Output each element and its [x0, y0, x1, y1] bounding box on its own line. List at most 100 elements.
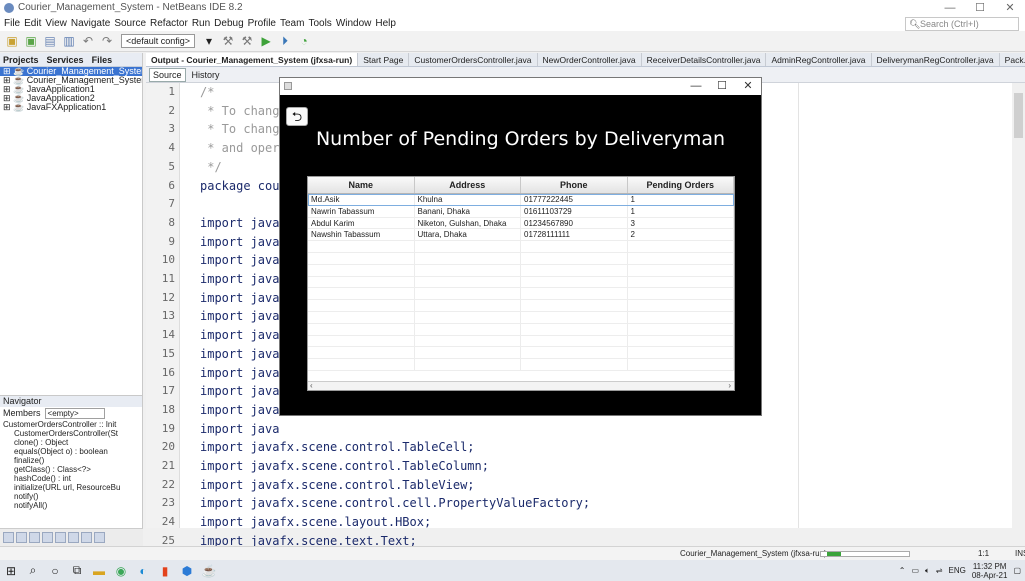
table-row[interactable]	[308, 252, 734, 265]
tool-icon[interactable]	[55, 532, 66, 543]
search-icon[interactable]: ⌕	[22, 560, 44, 581]
navigator-item[interactable]: hashCode() : int	[0, 474, 142, 483]
tool-icon[interactable]	[94, 532, 105, 543]
tab-deliveryman-reg-controller[interactable]: DeliverymanRegController.java	[872, 53, 1000, 66]
open-project-icon[interactable]: ▤	[42, 33, 58, 49]
table-row[interactable]	[308, 311, 734, 324]
tab-admin-reg-controller[interactable]: AdminRegController.java	[766, 53, 872, 66]
menu-tools[interactable]: Tools	[308, 16, 331, 31]
navigator-item[interactable]: CustomerOrdersController(St	[0, 429, 142, 438]
notification-icon[interactable]: ▢	[1013, 566, 1021, 575]
scroll-left-icon[interactable]: ‹	[310, 381, 313, 390]
file-explorer-icon[interactable]: ▬	[88, 560, 110, 581]
tool-icon[interactable]	[81, 532, 92, 543]
column-header-pending-orders[interactable]: Pending Orders	[628, 177, 734, 193]
tab-files[interactable]: Files	[92, 53, 113, 66]
run-icon[interactable]: ▶	[258, 33, 274, 49]
tree-item-project[interactable]: ⊞ ☕ JavaApplication2	[0, 94, 142, 103]
tab-start-page[interactable]: Start Page	[358, 53, 410, 66]
table-row[interactable]	[308, 288, 734, 301]
close-button[interactable]: ✕	[995, 0, 1025, 16]
table-row[interactable]: Md.Asik Khulna 01777222445 1	[308, 194, 734, 206]
minimize-button[interactable]: —	[935, 0, 965, 16]
table-row[interactable]	[308, 359, 734, 371]
build-icon[interactable]: ⚒	[220, 33, 236, 49]
pending-orders-table[interactable]: Name Address Phone Pending Orders Md.Asi…	[307, 176, 735, 391]
menu-refactor[interactable]: Refactor	[150, 16, 188, 31]
menu-view[interactable]: View	[45, 16, 67, 31]
tab-projects[interactable]: Projects	[3, 53, 39, 66]
history-tab[interactable]: History	[192, 67, 220, 82]
menu-navigate[interactable]: Navigate	[71, 16, 110, 31]
table-row[interactable]	[308, 335, 734, 348]
clock[interactable]: 11:32 PM 08-Apr-21	[972, 562, 1008, 580]
menu-profile[interactable]: Profile	[248, 16, 276, 31]
search-input[interactable]: 🔍︎ Search (Ctrl+I)	[905, 17, 1019, 31]
battery-icon[interactable]: ▭	[911, 566, 919, 575]
undo-icon[interactable]: ↶	[80, 33, 96, 49]
tool-icon[interactable]	[16, 532, 27, 543]
tab-customer-orders-controller[interactable]: CustomerOrdersController.java	[409, 53, 538, 66]
dialog-maximize-button[interactable]: ☐	[709, 78, 735, 95]
navigator-item[interactable]: notify()	[0, 492, 142, 501]
dialog-minimize-button[interactable]: —	[683, 78, 709, 95]
cortana-icon[interactable]: ○	[44, 560, 66, 581]
editor-vertical-scrollbar[interactable]	[1012, 83, 1025, 528]
table-row[interactable]	[308, 323, 734, 336]
table-row[interactable]	[308, 276, 734, 289]
tree-item-project[interactable]: ⊞ ☕ Courier_Management_System	[0, 76, 142, 85]
volume-icon[interactable]: 🔈︎	[925, 566, 930, 576]
table-row[interactable]	[308, 300, 734, 312]
table-row[interactable]	[308, 347, 734, 360]
tree-item-project[interactable]: ⊞ ☕ JavaFXApplication1	[0, 103, 142, 112]
menu-window[interactable]: Window	[336, 16, 372, 31]
language-indicator[interactable]: ENG	[949, 566, 966, 575]
config-select[interactable]: <default config>	[121, 34, 196, 48]
chevron-up-icon[interactable]: ⌃	[899, 566, 906, 575]
tab-output[interactable]: Output - Courier_Management_System (jfxs…	[146, 53, 359, 66]
new-project-icon[interactable]: ▣	[23, 33, 39, 49]
table-horizontal-scrollbar[interactable]: ‹ ›	[308, 381, 734, 390]
menu-edit[interactable]: Edit	[24, 16, 41, 31]
navigator-item[interactable]: initialize(URL url, ResourceBu	[0, 483, 142, 492]
scrollbar-thumb[interactable]	[1014, 93, 1023, 138]
menu-source[interactable]: Source	[114, 16, 146, 31]
tool-icon[interactable]	[42, 532, 53, 543]
menu-run[interactable]: Run	[192, 16, 210, 31]
back-button[interactable]: ⮌	[286, 107, 308, 126]
members-select[interactable]: <empty>	[44, 408, 105, 419]
network-icon[interactable]: ⇌	[936, 566, 943, 575]
menu-help[interactable]: Help	[375, 16, 396, 31]
column-header-phone[interactable]: Phone	[521, 177, 628, 193]
save-all-icon[interactable]: ▥	[61, 33, 77, 49]
table-row[interactable]	[308, 241, 734, 253]
scroll-right-icon[interactable]: ›	[728, 381, 731, 390]
navigator-item[interactable]: getClass() : Class<?>	[0, 465, 142, 474]
dialog-close-button[interactable]: ✕	[735, 78, 761, 95]
netbeans-taskbar-icon[interactable]: ⬢	[176, 560, 198, 581]
navigator-item[interactable]: equals(Object o) : boolean	[0, 447, 142, 456]
redo-icon[interactable]: ↷	[99, 33, 115, 49]
maximize-button[interactable]: ☐	[965, 0, 995, 16]
table-row[interactable]: Nawshin Tabassum Uttara, Dhaka 01728111111…	[308, 229, 734, 242]
debug-icon[interactable]: ⏵	[277, 33, 293, 49]
tree-item-project[interactable]: ⊞ ☕ Courier_Management_System	[0, 67, 142, 76]
table-row[interactable]: Nawrin Tabassum Banani, Dhaka 01611103729 1	[308, 205, 734, 218]
dropdown-icon[interactable]: ▾	[201, 33, 217, 49]
table-row[interactable]	[308, 264, 734, 277]
tree-item-project[interactable]: ⊞ ☕ JavaApplication1	[0, 85, 142, 94]
java-icon[interactable]: ☕	[198, 560, 220, 581]
tab-new-order-controller[interactable]: NewOrderController.java	[538, 53, 642, 66]
tool-icon[interactable]	[29, 532, 40, 543]
column-header-address[interactable]: Address	[415, 177, 521, 193]
navigator-item[interactable]: finalize()	[0, 456, 142, 465]
tab-pack[interactable]: Pack...	[1000, 53, 1025, 66]
edge-icon[interactable]: ◐	[132, 560, 154, 581]
new-file-icon[interactable]: ▣	[4, 33, 20, 49]
navigator-item[interactable]: CustomerOrdersController :: Init	[0, 420, 142, 429]
tab-receiver-details-controller[interactable]: ReceiverDetailsController.java	[642, 53, 767, 66]
task-view-icon[interactable]: ⧉	[66, 560, 88, 581]
windows-start-icon[interactable]: ⊞	[0, 560, 22, 581]
menu-file[interactable]: File	[4, 16, 20, 31]
navigator-item[interactable]: notifyAll()	[0, 501, 142, 510]
